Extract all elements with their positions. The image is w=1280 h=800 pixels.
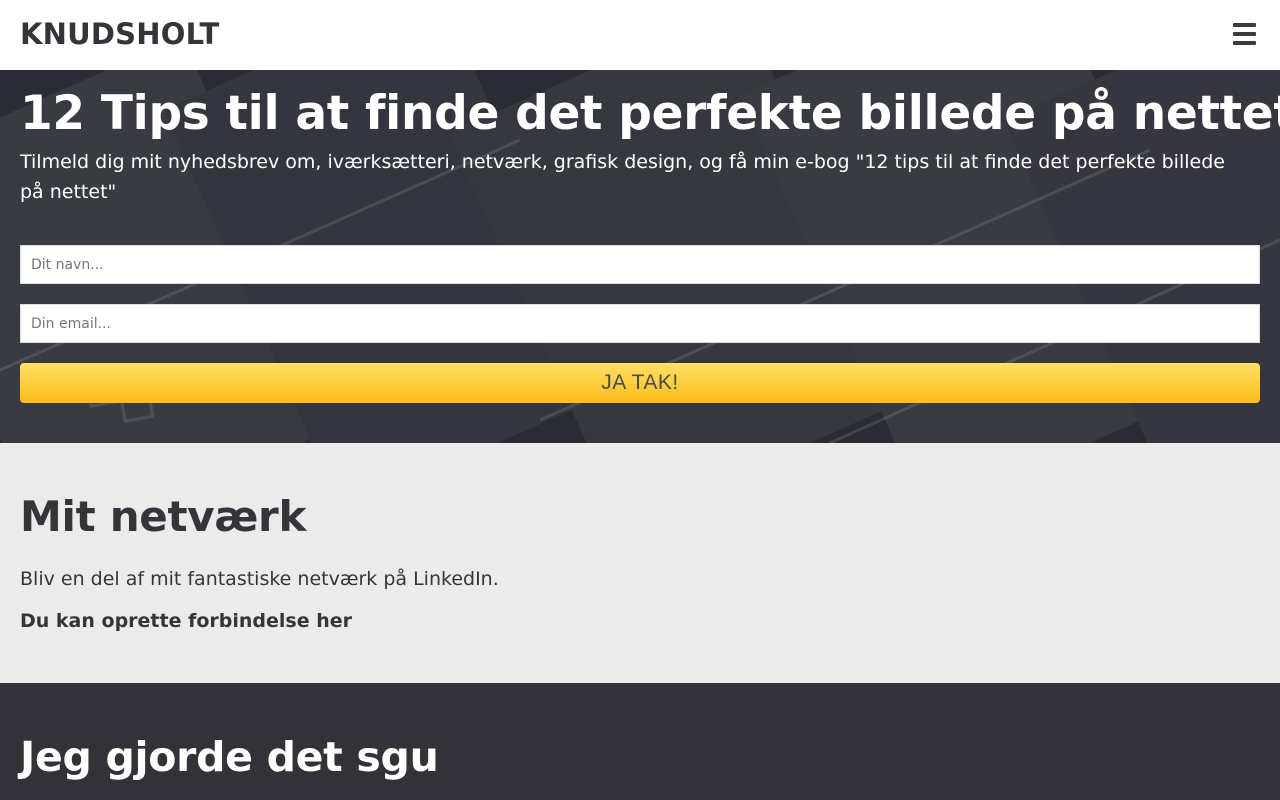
menu-bar-line xyxy=(1233,32,1256,36)
menu-bar-line xyxy=(1233,41,1256,45)
subscribe-button[interactable]: JA TAK! xyxy=(20,363,1260,403)
network-heading: Mit netværk xyxy=(20,492,307,541)
hero-title: 12 Tips til at finde det perfekte billed… xyxy=(20,86,1280,141)
site-logo-link[interactable]: KNUDSHOLT xyxy=(20,17,219,51)
hamburger-menu-icon[interactable] xyxy=(1233,23,1256,47)
network-section: Mit netværk Bliv en del af mit fantastis… xyxy=(0,443,1280,683)
top-navigation-bar: KNUDSHOLT xyxy=(0,0,1280,70)
email-input[interactable] xyxy=(20,304,1260,343)
menu-bar-line xyxy=(1233,23,1256,27)
network-description: Bliv en del af mit fantastiske netværk p… xyxy=(20,568,499,590)
hero-lead-text: Tilmeld dig mit nyhedsbrev om, iværksætt… xyxy=(20,151,1225,203)
story-section: Jeg gjorde det sgu xyxy=(0,683,1280,800)
name-input[interactable] xyxy=(20,245,1260,284)
linkedin-connect-link[interactable]: Du kan oprette forbindelse her xyxy=(20,610,352,632)
newsletter-hero-section: 12 Tips til at finde det perfekte billed… xyxy=(0,70,1280,443)
story-heading: Jeg gjorde det sgu xyxy=(20,733,439,781)
